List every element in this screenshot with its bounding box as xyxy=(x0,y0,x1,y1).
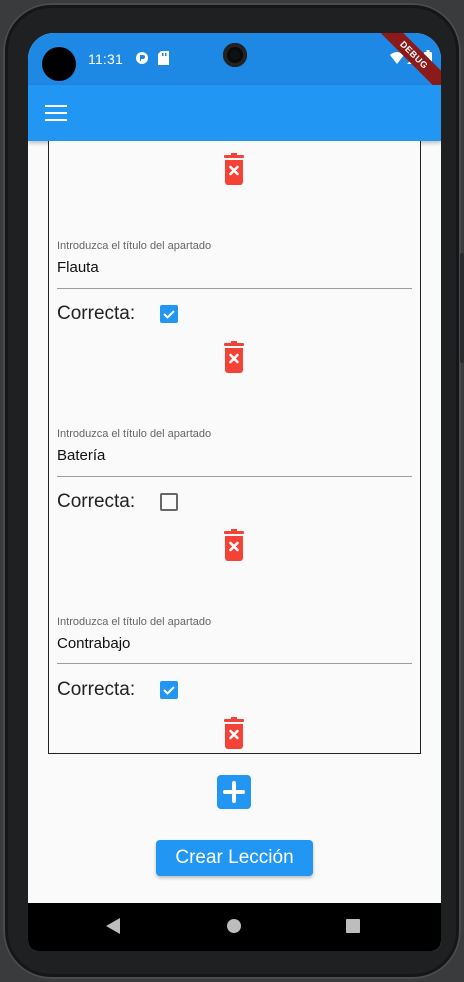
volume-button xyxy=(460,253,464,363)
field-underline xyxy=(57,663,412,664)
correct-checkbox[interactable] xyxy=(160,493,178,511)
field-underline xyxy=(57,288,412,289)
lesson-form: Introduzca el título del apartado Flauta… xyxy=(28,141,441,903)
plus-square-icon xyxy=(223,781,245,803)
correct-label: Correcta: xyxy=(57,491,136,512)
create-lesson-button[interactable]: Crear Lección xyxy=(156,840,313,876)
title-field-label: Introduzca el título del apartado xyxy=(57,240,212,252)
options-list[interactable]: Introduzca el título del apartado Flauta… xyxy=(48,141,421,754)
title-field-input[interactable]: Contrabajo xyxy=(57,635,130,652)
p-badge-icon xyxy=(136,52,148,64)
delete-icon[interactable] xyxy=(222,341,246,373)
front-camera xyxy=(223,43,247,67)
delete-icon[interactable] xyxy=(222,717,246,749)
phone-frame: 11:31 DEBUG Introduzca el título del apa… xyxy=(3,3,464,979)
title-field-input[interactable]: Batería xyxy=(57,447,105,464)
camera-hole xyxy=(42,47,76,81)
add-option-button[interactable] xyxy=(217,775,251,809)
title-field-input[interactable]: Flauta xyxy=(57,259,99,276)
home-icon[interactable] xyxy=(227,919,241,933)
app-bar xyxy=(28,85,441,141)
title-field-label: Introduzca el título del apartado xyxy=(57,428,212,440)
correct-checkbox[interactable] xyxy=(160,305,178,323)
screen: 11:31 DEBUG Introduzca el título del apa… xyxy=(28,33,441,951)
recents-icon[interactable] xyxy=(346,919,360,933)
system-nav-bar xyxy=(28,903,441,951)
correct-label: Correcta: xyxy=(57,303,136,324)
title-field-label: Introduzca el título del apartado xyxy=(57,616,212,628)
back-icon[interactable] xyxy=(105,917,121,935)
field-underline xyxy=(57,476,412,477)
sd-card-icon xyxy=(158,51,169,65)
correct-checkbox[interactable] xyxy=(160,681,178,699)
correct-label: Correcta: xyxy=(57,679,136,700)
menu-icon[interactable] xyxy=(45,105,67,121)
delete-icon[interactable] xyxy=(222,153,246,185)
status-bar: 11:31 DEBUG xyxy=(28,33,441,100)
delete-icon[interactable] xyxy=(222,529,246,561)
status-time: 11:31 xyxy=(88,51,123,67)
